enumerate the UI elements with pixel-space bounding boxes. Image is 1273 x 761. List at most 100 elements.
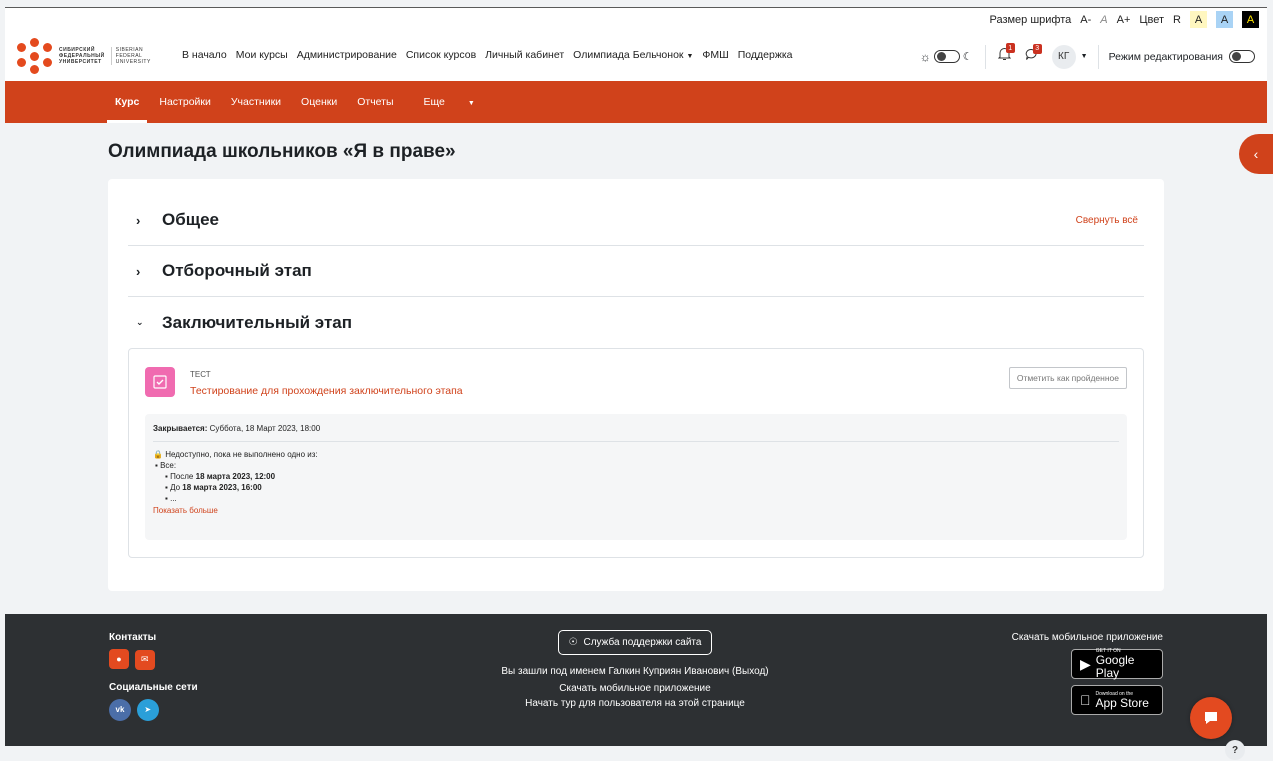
collapse-all-link[interactable]: Свернуть всё (1076, 215, 1138, 226)
notifications-button[interactable]: 1 (997, 43, 1015, 66)
logo-text-3: УНИВЕРСИТЕТ (59, 59, 102, 65)
tab-settings[interactable]: Настройки (149, 81, 221, 123)
email-button[interactable]: ✉ (134, 649, 155, 670)
restriction-intro-text: Недоступно, пока не выполнено одно из: (165, 450, 318, 459)
chevron-down-icon: ▼ (686, 53, 694, 60)
mark-as-done-button[interactable]: Отметить как пройденное (1008, 367, 1127, 389)
activity-type: ТЕСТ (190, 370, 211, 379)
closes-label: Закрывается: (153, 424, 208, 433)
nav-course-list[interactable]: Список курсов (406, 49, 476, 61)
download-app-link[interactable]: Скачать мобильное приложение (485, 681, 785, 696)
tab-course[interactable]: Курс (105, 81, 149, 123)
restriction-ellipsis-text: ... (170, 494, 177, 503)
nav-personal-account[interactable]: Личный кабинет (485, 49, 564, 61)
font-normal-button[interactable]: A (1100, 14, 1107, 26)
tab-more[interactable]: Еще ▼ (404, 81, 495, 123)
telegram-icon: ➤ (144, 705, 152, 714)
telegram-button[interactable]: ➤ (136, 698, 159, 721)
app-store-button[interactable]:  Download on the App Store (1071, 685, 1163, 715)
nav-fmsh[interactable]: ФМШ (702, 49, 728, 61)
primary-nav: В начало Мои курсы Администрирование Спи… (182, 49, 793, 61)
edit-mode-label: Режим редактирования (1108, 50, 1223, 63)
page-title: Олимпиада школьников «Я в праве» (108, 141, 456, 162)
closes-value: Суббота, 18 Март 2023, 18:00 (209, 424, 321, 433)
google-play-button[interactable]: ▶ GET IT ON Google Play (1071, 648, 1163, 680)
edit-mode-toggle[interactable] (1229, 50, 1255, 63)
section-qualifying[interactable]: › Отборочный этап (128, 246, 1144, 297)
moon-icon: ☾ (962, 51, 973, 63)
chevron-down-icon: ▼ (467, 100, 475, 107)
lock-icon: 🔒 (153, 450, 163, 459)
section-title: Отборочный этап (162, 261, 312, 280)
color-black-button[interactable]: A (1242, 11, 1259, 28)
nav-olympiad-label: Олимпиада Бельчонок (573, 49, 684, 61)
quiz-icon (145, 367, 175, 397)
show-more-link[interactable]: Показать больше (153, 506, 1119, 515)
navbar: СИБИРСКИЙ ФЕДЕРАЛЬНЫЙ УНИВЕРСИТЕТ SIBERI… (5, 32, 1267, 81)
social-heading: Социальные сети (109, 681, 198, 693)
nav-support[interactable]: Поддержка (738, 49, 793, 61)
section-general[interactable]: › Общее Свернуть всё (128, 195, 1144, 246)
section-title: Заключительный этап (162, 312, 353, 332)
tab-participants[interactable]: Участники (221, 81, 291, 123)
messages-button[interactable]: 3 (1025, 43, 1042, 66)
font-increase-button[interactable]: A+ (1117, 14, 1131, 26)
message-count-badge: 3 (1032, 43, 1042, 54)
logo-mark-icon (17, 38, 53, 74)
logged-in-info[interactable]: Вы зашли под именем Галкин Куприян Ивано… (485, 664, 785, 679)
tab-grades[interactable]: Оценки (291, 81, 347, 123)
nav-administration[interactable]: Администрирование (297, 49, 397, 61)
university-logo[interactable]: СИБИРСКИЙ ФЕДЕРАЛЬНЫЙ УНИВЕРСИТЕТ SIBERI… (17, 38, 151, 74)
start-tour-link[interactable]: Начать тур для пользователя на этой стра… (485, 696, 785, 711)
support-button[interactable]: ☉ Служба поддержки сайта (557, 630, 713, 655)
page: Размер шрифта A- A A+ Цвет R A A A СИБИР… (5, 7, 1273, 746)
restriction-before: ▪ До 18 марта 2023, 16:00 (165, 483, 262, 492)
vk-icon: vk (115, 705, 125, 714)
restriction-before-date: 18 марта 2023, 16:00 (182, 483, 262, 492)
restrictions-panel: Закрывается: Суббота, 18 Март 2023, 18:0… (145, 414, 1127, 540)
restriction-after-prefix: После (170, 472, 194, 481)
user-menu[interactable]: КГ ▼ (1051, 44, 1088, 69)
apple-icon:  (1080, 692, 1091, 708)
tab-reports[interactable]: Отчеты (347, 81, 403, 123)
nav-my-courses[interactable]: Мои курсы (236, 49, 288, 61)
vk-button[interactable]: vk (109, 698, 131, 721)
font-size-label: Размер шрифта (989, 13, 1072, 26)
chevron-right-icon: › (136, 263, 141, 279)
nav-home[interactable]: В начало (182, 49, 227, 61)
play-icon: ▶ (1080, 655, 1091, 672)
chevron-left-icon: ‹ (1253, 146, 1259, 162)
activity-link[interactable]: Тестирование для прохождения заключитель… (190, 385, 463, 397)
course-content: › Общее Свернуть всё › Отборочный этап ⌄… (108, 179, 1164, 591)
support-button-label: Служба поддержки сайта (583, 637, 702, 648)
restriction-after-date: 18 марта 2023, 12:00 (195, 472, 276, 481)
google-play-big: Google Play (1095, 653, 1135, 680)
restriction-before-prefix: До (170, 483, 181, 492)
chevron-down-icon: ⌄ (136, 317, 144, 327)
logo-en-3: UNIVERSITY (115, 59, 151, 65)
open-drawer-button[interactable]: ‹ (1239, 134, 1273, 174)
download-app-heading: Скачать мобильное приложение (1011, 632, 1163, 643)
app-store-big: App Store (1085, 695, 1149, 710)
nav-olympiad-menu[interactable]: Олимпиада Бельчонок ▼ (573, 49, 693, 61)
restriction-all-text: Все: (160, 461, 177, 470)
notification-count-badge: 1 (1005, 43, 1015, 53)
color-reset-button[interactable]: R (1173, 14, 1181, 26)
restriction-after: ▪ После 18 марта 2023, 12:00 (165, 472, 276, 481)
sun-icon: ☼ (919, 49, 931, 64)
accessibility-bar: Размер шрифта A- A A+ Цвет R A A A (5, 7, 1267, 32)
lifebuoy-icon: ☉ (568, 637, 578, 648)
help-button[interactable]: ? (1225, 740, 1245, 760)
secondary-nav: Курс Настройки Участники Оценки Отчеты Е… (5, 81, 1267, 123)
envelope-icon: ✉ (141, 654, 149, 664)
color-blue-button[interactable]: A (1216, 11, 1233, 28)
location-pin-icon: ● (116, 654, 122, 664)
section-final[interactable]: ⌄ Заключительный этап (128, 297, 1144, 348)
contacts-heading: Контакты (109, 632, 157, 643)
location-button[interactable]: ● (109, 649, 129, 669)
footer: Контакты ● ✉ Социальные сети vk ➤ ☉ Служ… (5, 614, 1267, 746)
color-yellow-button[interactable]: A (1190, 11, 1207, 28)
dark-mode-toggle[interactable] (933, 50, 960, 63)
font-decrease-button[interactable]: A- (1080, 14, 1091, 26)
chat-button[interactable] (1190, 697, 1232, 739)
